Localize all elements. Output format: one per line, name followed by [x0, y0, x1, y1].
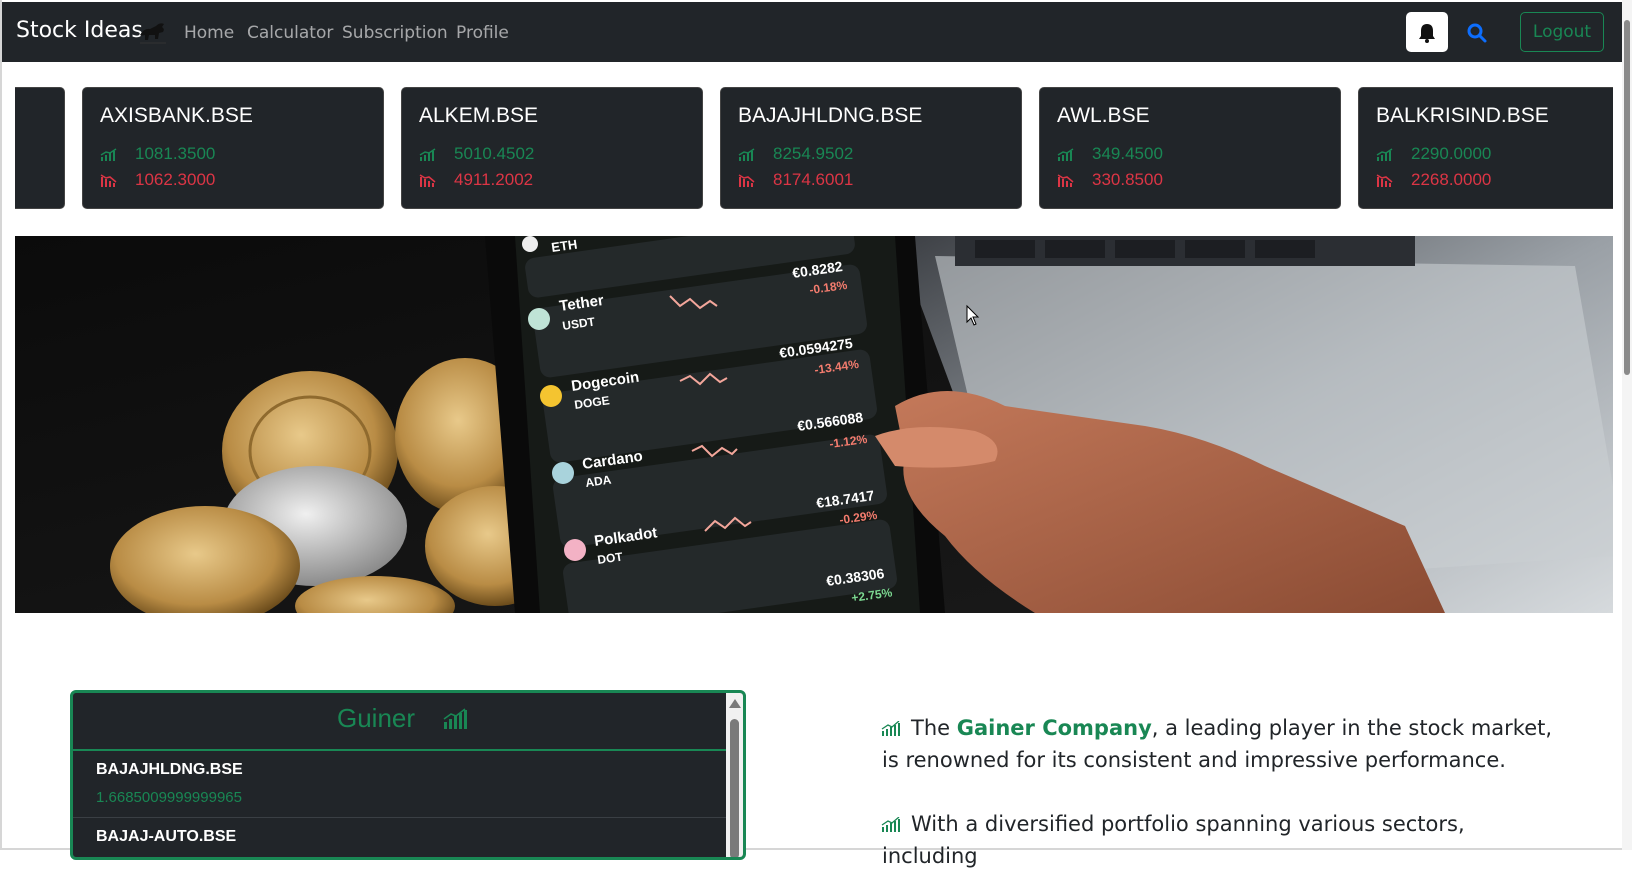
ticker-low: 2268.0000 [1411, 170, 1492, 189]
row-symbol: BAJAJHLDNG.BSE [96, 761, 243, 778]
trend-up-icon [443, 708, 467, 729]
crypto-phone-illustration: ETH Tether USDT €0.8282 -0.18% Dogecoin … [15, 236, 1613, 613]
trend-down-icon [1057, 174, 1074, 187]
trend-up-icon [1057, 148, 1074, 161]
ticker-high: 349.4500 [1092, 144, 1163, 163]
ticker-card[interactable]: BALKRISIND.BSE 2290.0000 2268.0000 [1358, 87, 1613, 209]
trend-down-icon [419, 174, 436, 187]
ticker-symbol: AXISBANK.BSE [100, 104, 253, 127]
ticker-card[interactable]: BAJAJHLDNG.BSE 8254.9502 8174.6001 [720, 87, 1022, 209]
gainer-panel-title: Guiner [337, 703, 416, 733]
search-icon [1467, 23, 1487, 43]
brand-name[interactable]: Stock Ideas [16, 18, 143, 43]
portfolio-paragraph: With a diversified portfolio spanning va… [881, 808, 1562, 872]
ticker-low: 330.8500 [1092, 170, 1163, 189]
logout-button[interactable]: Logout [1520, 12, 1604, 52]
trend-up-icon [881, 817, 900, 832]
bull-logo-icon [140, 23, 166, 44]
row-symbol: BAJAJ-AUTO.BSE [96, 828, 237, 845]
hero-image: ETH Tether USDT €0.8282 -0.18% Dogecoin … [15, 236, 1613, 613]
ticker-card[interactable]: ALKEM.BSE 5010.4502 4911.2002 [401, 87, 703, 209]
trend-up-icon [881, 721, 900, 736]
nav-profile[interactable]: Profile [456, 23, 509, 43]
table-row[interactable]: BAJAJHLDNG.BSE 1.6685009999999965 [73, 751, 726, 818]
notifications-button[interactable] [1406, 12, 1448, 52]
trend-up-icon [100, 148, 117, 161]
bell-icon [1419, 24, 1435, 43]
ticker-symbol: ALKEM.BSE [419, 104, 539, 127]
ticker-symbol: BALKRISIND.BSE [1376, 104, 1549, 127]
ticker-high: 8254.9502 [773, 144, 854, 163]
page-scrollbar[interactable] [1622, 0, 1632, 850]
gainer-panel: Guiner BAJAJHLDNG.BSE 1.6685009999999965… [70, 690, 746, 860]
ticker-card[interactable]: AWL.BSE 349.4500 330.8500 [1039, 87, 1341, 209]
nav-calculator[interactable]: Calculator [247, 23, 333, 43]
ticker-symbol: AWL.BSE [1057, 104, 1150, 127]
ticker-card[interactable]: AXISBANK.BSE 1081.3500 1062.3000 [82, 87, 384, 209]
table-row[interactable]: BAJAJ-AUTO.BSE [73, 818, 726, 857]
stock-ticker: AXISBANK.BSE 1081.3500 1062.3000 ALKEM.B… [15, 87, 1613, 209]
ticker-high: 5010.4502 [454, 144, 535, 163]
trend-up-icon [1376, 148, 1393, 161]
gainer-panel-scrollbar[interactable] [726, 693, 743, 857]
ticker-card-partial[interactable] [15, 87, 65, 209]
ticker-symbol: BAJAJHLDNG.BSE [738, 104, 923, 127]
trend-up-icon [738, 148, 755, 161]
trend-down-icon [738, 174, 755, 187]
nav-home[interactable]: Home [184, 23, 234, 43]
ticker-high: 1081.3500 [135, 144, 216, 163]
gainer-panel-header: Guiner [73, 693, 726, 751]
search-button[interactable] [1464, 20, 1490, 46]
scroll-thumb[interactable] [730, 719, 739, 857]
trend-down-icon [1376, 174, 1393, 187]
ticker-low: 1062.3000 [135, 170, 216, 189]
row-value: 1.6685009999999965 [96, 789, 242, 806]
nav-subscription[interactable]: Subscription [342, 23, 448, 43]
navbar: Stock Ideas Home Calculator Subscription… [2, 2, 1622, 62]
scroll-up-arrow-icon[interactable] [729, 699, 741, 708]
gainer-company-link[interactable]: Gainer Company [957, 716, 1152, 740]
para2-text: With a diversified portfolio spanning va… [882, 812, 1465, 868]
trend-down-icon [100, 174, 117, 187]
ticker-low: 4911.2002 [454, 170, 534, 189]
ticker-low: 8174.6001 [773, 170, 854, 189]
gainer-paragraph: The Gainer Company, a leading player in … [881, 712, 1562, 776]
trend-up-icon [419, 148, 436, 161]
para1-prefix: The [911, 716, 957, 740]
ticker-high: 2290.0000 [1411, 144, 1492, 163]
page-scroll-thumb[interactable] [1624, 20, 1630, 375]
